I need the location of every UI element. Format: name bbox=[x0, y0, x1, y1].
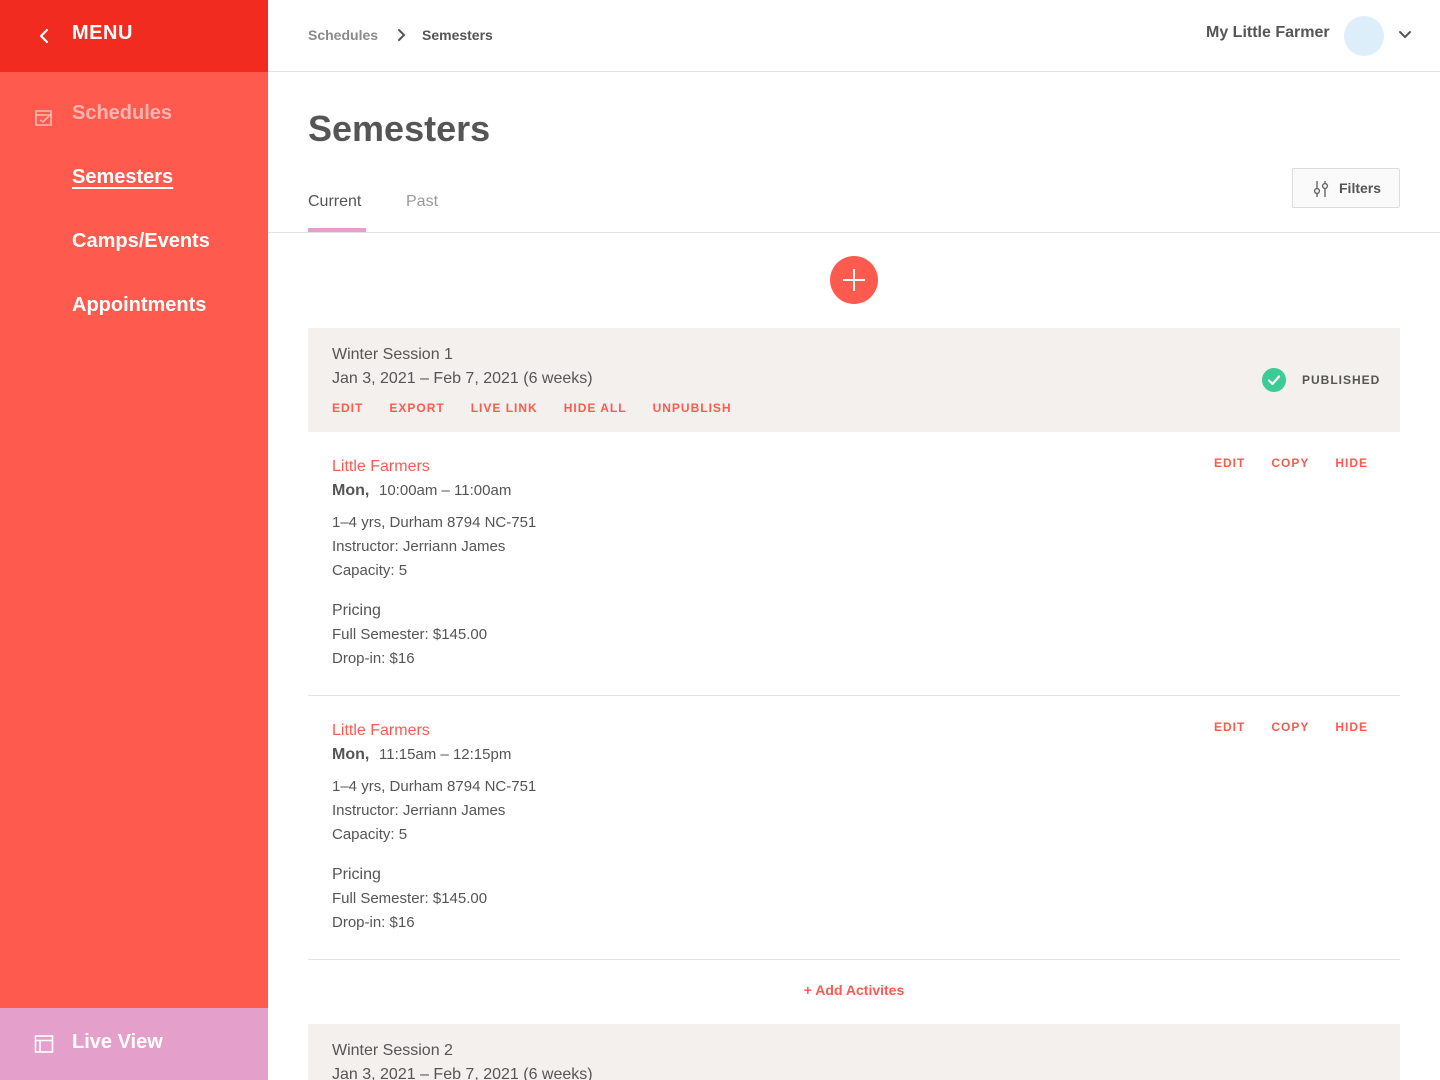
pricing-heading: Pricing bbox=[332, 602, 381, 619]
filters-button[interactable]: Filters bbox=[1292, 168, 1400, 208]
activity-location: 1–4 yrs, Durham 8794 NC-751 bbox=[332, 778, 537, 795]
session-header: Winter Session 2 Jan 3, 2021 – Feb 7, 20… bbox=[308, 1024, 1400, 1080]
browser-window-icon bbox=[34, 1035, 54, 1053]
activity-actions: EDIT COPY HIDE bbox=[1214, 456, 1368, 470]
activity-card: Little Farmers Mon, 10:00am – 11:00am 1–… bbox=[308, 432, 1400, 696]
account-name[interactable]: My Little Farmer bbox=[1206, 24, 1330, 42]
price-drop-in: Drop-in: $16 bbox=[332, 650, 415, 667]
session-title: Winter Session 1 bbox=[332, 346, 453, 363]
session-hide-all-link[interactable]: HIDE ALL bbox=[564, 401, 627, 415]
chevron-left-icon[interactable] bbox=[36, 26, 52, 46]
calendar-edit-icon bbox=[35, 110, 52, 126]
add-activities-link[interactable]: + Add Activites bbox=[308, 982, 1400, 998]
live-view-label: Live View bbox=[72, 1031, 163, 1053]
tab-current[interactable]: Current bbox=[308, 193, 361, 211]
filters-label: Filters bbox=[1339, 180, 1382, 196]
activity-instructor: Instructor: Jerriann James bbox=[332, 538, 506, 555]
activity-actions: EDIT COPY HIDE bbox=[1214, 720, 1368, 734]
sidebar-item-appointments[interactable]: Appointments bbox=[72, 294, 206, 317]
sidebar-item-camps-events[interactable]: Camps/Events bbox=[72, 230, 210, 253]
status-badge: PUBLISHED bbox=[1262, 368, 1380, 392]
session-dates: Jan 3, 2021 – Feb 7, 2021 (6 weeks) bbox=[332, 370, 593, 387]
price-full-semester: Full Semester: $145.00 bbox=[332, 626, 488, 643]
sidebar-item-schedules[interactable]: Schedules bbox=[72, 102, 172, 125]
menu-label[interactable]: MENU bbox=[72, 22, 133, 45]
activity-capacity: Capacity: 5 bbox=[332, 562, 408, 579]
tabs-divider bbox=[268, 232, 1440, 233]
avatar[interactable] bbox=[1344, 16, 1384, 56]
chevron-right-icon bbox=[398, 29, 405, 41]
session-header: Winter Session 1 Jan 3, 2021 – Feb 7, 20… bbox=[308, 328, 1400, 432]
breadcrumb-semesters: Semesters bbox=[422, 27, 493, 43]
session-edit-link[interactable]: EDIT bbox=[332, 401, 363, 415]
plus-icon bbox=[843, 269, 865, 291]
activity-edit-link[interactable]: EDIT bbox=[1214, 456, 1245, 470]
pricing-heading: Pricing bbox=[332, 866, 381, 883]
price-drop-in: Drop-in: $16 bbox=[332, 914, 415, 931]
activity-name[interactable]: Little Farmers bbox=[332, 722, 430, 740]
session-title: Winter Session 2 bbox=[332, 1042, 453, 1059]
session-unpublish-link[interactable]: UNPUBLISH bbox=[653, 401, 732, 415]
add-semester-button[interactable] bbox=[830, 256, 878, 304]
status-label: PUBLISHED bbox=[1302, 373, 1381, 387]
sidebar-item-semesters[interactable]: Semesters bbox=[72, 166, 173, 189]
activity-copy-link[interactable]: COPY bbox=[1271, 456, 1309, 470]
activity-time: 11:15am – 12:15pm bbox=[379, 746, 512, 763]
activity-edit-link[interactable]: EDIT bbox=[1214, 720, 1245, 734]
sidebar: MENU Schedules Semesters Camps/Events Ap… bbox=[0, 0, 268, 1080]
activity-name[interactable]: Little Farmers bbox=[332, 458, 430, 476]
activity-hide-link[interactable]: HIDE bbox=[1335, 456, 1368, 470]
session-actions: EDIT EXPORT LIVE LINK HIDE ALL UNPUBLISH bbox=[332, 401, 758, 415]
chevron-down-icon[interactable] bbox=[1398, 30, 1412, 40]
activity-hide-link[interactable]: HIDE bbox=[1335, 720, 1368, 734]
session-dates: Jan 3, 2021 – Feb 7, 2021 (6 weeks) bbox=[332, 1066, 593, 1080]
topbar: Schedules Semesters My Little Farmer bbox=[268, 0, 1440, 72]
check-circle-icon bbox=[1262, 368, 1286, 392]
activity-day: Mon, bbox=[332, 746, 370, 763]
session-export-link[interactable]: EXPORT bbox=[389, 401, 444, 415]
activity-card: Little Farmers Mon, 11:15am – 12:15pm 1–… bbox=[308, 696, 1400, 960]
page-title: Semesters bbox=[308, 108, 491, 149]
tab-active-indicator bbox=[308, 228, 366, 232]
live-view-button[interactable]: Live View bbox=[0, 1008, 268, 1080]
activity-day: Mon, bbox=[332, 482, 370, 499]
price-full-semester: Full Semester: $145.00 bbox=[332, 890, 488, 907]
sliders-icon bbox=[1313, 181, 1329, 197]
tab-past[interactable]: Past bbox=[406, 193, 438, 211]
activity-capacity: Capacity: 5 bbox=[332, 826, 408, 843]
menu-bar: MENU bbox=[0, 0, 268, 72]
activity-location: 1–4 yrs, Durham 8794 NC-751 bbox=[332, 514, 537, 531]
activity-time: 10:00am – 11:00am bbox=[379, 482, 512, 499]
session-live-link[interactable]: LIVE LINK bbox=[471, 401, 538, 415]
activity-copy-link[interactable]: COPY bbox=[1271, 720, 1309, 734]
breadcrumb-schedules[interactable]: Schedules bbox=[308, 27, 378, 43]
activity-instructor: Instructor: Jerriann James bbox=[332, 802, 506, 819]
